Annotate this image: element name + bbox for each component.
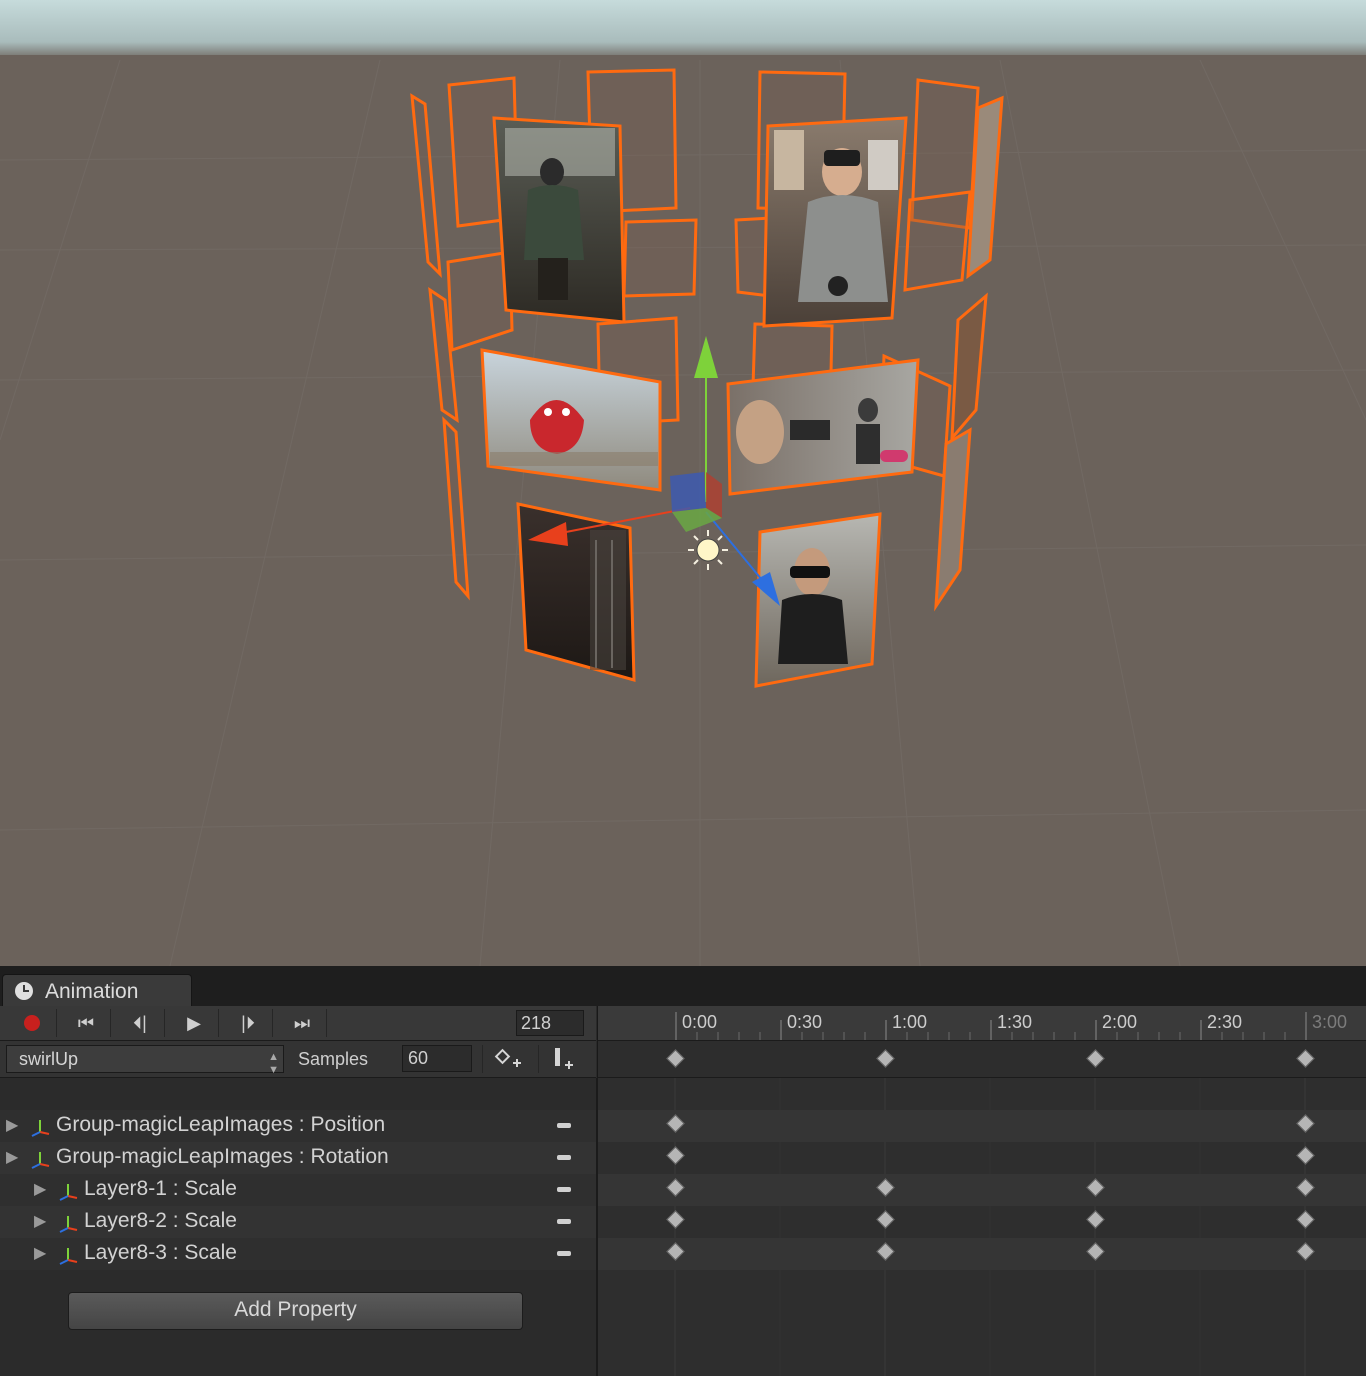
property-label: Layer8-3 : Scale [84,1241,237,1264]
photo-panel-people-at-trade-show[interactable] [726,358,920,496]
add-event-button[interactable] [538,1045,589,1073]
keyframe-diamond[interactable] [1086,1049,1105,1068]
time-label-6: 3:00 [1312,1012,1348,1032]
samples-label: Samples [298,1049,369,1069]
property-label: Group-magicLeapImages : Rotation [56,1145,389,1168]
first-key-button[interactable]: ⏮ [62,1009,111,1037]
first-key-icon: ⏮ [77,1013,95,1033]
keyframe-diamond[interactable] [876,1049,895,1068]
property-list: ▶ Group-magicLeapImages : Position ▶ Gro… [0,1078,598,1376]
tab-animation[interactable]: Animation [2,974,192,1006]
sun-icon[interactable] [688,530,728,570]
property-row[interactable]: ▶ Group-magicLeapImages : Position [0,1110,596,1142]
keyframe-diamond[interactable] [1296,1146,1315,1165]
keyframe-diamond[interactable] [666,1049,685,1068]
time-label-4: 2:00 [1102,1012,1138,1032]
property-label: Group-magicLeapImages : Position [56,1113,386,1136]
transform-axis-icon [59,1248,78,1265]
clip-toolbar: swirlUp ▲ ▼ Samples 60 [0,1041,596,1078]
keyframe-diamond[interactable] [1296,1210,1315,1229]
property-row[interactable]: ▶ Group-magicLeapImages : Rotation [0,1142,596,1174]
frame-field[interactable]: 218 [516,1010,584,1036]
property-row[interactable]: ▶ Layer8-1 : Scale [0,1174,596,1206]
keyframe-track[interactable] [598,1238,1366,1270]
keyframe-diamond[interactable] [1296,1049,1315,1068]
remove-property-button[interactable] [557,1123,571,1128]
keyframe-diamond[interactable] [1296,1242,1315,1261]
keyframe-track[interactable] [598,1110,1366,1142]
prev-key-button[interactable]: ⏴| [116,1009,165,1037]
record-icon [24,1015,40,1031]
transform-axis-icon [31,1152,50,1169]
property-label: Layer8-1 : Scale [84,1177,237,1200]
fold-arrow-icon[interactable]: ▶ [34,1211,46,1231]
add-keyframe-icon [494,1048,521,1067]
fold-arrow-icon[interactable]: ▶ [6,1147,18,1167]
keyframe-diamond[interactable] [876,1178,895,1197]
keyframe-diamond[interactable] [666,1178,685,1197]
keyframe-diamond[interactable] [1296,1114,1315,1133]
remove-property-button[interactable] [557,1187,571,1192]
add-keyframe-button[interactable] [482,1045,533,1073]
keyframe-track[interactable] [598,1174,1366,1206]
keyframe-diamond[interactable] [666,1146,685,1165]
keyframe-diamond[interactable] [1086,1178,1105,1197]
samples-field[interactable]: 60 [402,1045,472,1072]
fold-arrow-icon[interactable]: ▶ [6,1115,18,1135]
dopesheet[interactable] [598,1078,1366,1376]
summary-track[interactable] [597,1041,1366,1078]
remove-property-button[interactable] [557,1219,571,1224]
animation-window: Animation ⏮ ⏴| ▶ |⏵ ⏭ 218 0:00 0:30 1:00… [0,966,1366,1376]
transform-axis-icon [59,1216,78,1233]
time-ruler[interactable]: 0:00 0:30 1:00 1:30 2:00 2:30 3:00 [597,1006,1366,1041]
next-key-button[interactable]: |⏵ [224,1009,273,1037]
time-label-0: 0:00 [682,1012,718,1032]
keyframe-track[interactable] [598,1206,1366,1238]
time-label-3: 1:30 [997,1012,1033,1032]
last-key-button[interactable]: ⏭ [278,1009,327,1037]
photo-panel-person-with-glasses-holding-controller[interactable] [762,116,908,328]
property-row[interactable]: ▶ Layer8-3 : Scale [0,1238,596,1270]
keyframe-diamond[interactable] [876,1210,895,1229]
next-key-icon: |⏵ [241,1013,255,1033]
keyframe-diamond[interactable] [1086,1210,1105,1229]
sky [0,0,1366,60]
keyframe-diamond[interactable] [1296,1178,1315,1197]
property-row[interactable]: ▶ Layer8-2 : Scale [0,1206,596,1238]
fold-arrow-icon[interactable]: ▶ [34,1243,46,1263]
photo-panel-person-with-headset[interactable] [492,116,626,324]
play-icon: ▶ [187,1013,201,1033]
play-button[interactable]: ▶ [170,1009,219,1037]
prev-key-icon: ⏴| [133,1013,147,1033]
property-label: Layer8-2 : Scale [84,1209,237,1232]
transform-axis-icon [31,1120,50,1137]
add-event-icon [555,1048,573,1069]
select-arrows-icon: ▲ ▼ [268,1051,279,1076]
transform-axis-icon [59,1184,78,1201]
fold-arrow-icon[interactable]: ▶ [34,1179,46,1199]
tab-label: Animation [45,980,139,1003]
time-label-2: 1:00 [892,1012,928,1032]
playback-toolbar: ⏮ ⏴| ▶ |⏵ ⏭ 218 [0,1006,596,1041]
plane-handle-xy[interactable] [670,472,706,512]
time-label-1: 0:30 [787,1012,823,1032]
clip-select[interactable]: swirlUp ▲ ▼ [6,1045,284,1076]
remove-property-button[interactable] [557,1155,571,1160]
keyframe-diamond[interactable] [876,1242,895,1261]
last-key-icon: ⏭ [293,1013,311,1033]
keyframe-diamond[interactable] [666,1114,685,1133]
scene-canvas[interactable] [0,0,1366,966]
record-button[interactable] [8,1009,57,1037]
keyframe-diamond[interactable] [666,1242,685,1261]
keyframe-track[interactable] [598,1142,1366,1174]
keyframe-diamond[interactable] [666,1210,685,1229]
clock-icon [15,982,33,1000]
time-label-5: 2:30 [1207,1012,1243,1032]
scene-view[interactable] [0,0,1366,966]
tab-strip: Animation [0,966,1366,1006]
add-property-button[interactable]: Add Property [68,1292,523,1330]
remove-property-button[interactable] [557,1251,571,1256]
clip-name: swirlUp [19,1049,79,1069]
keyframe-diamond[interactable] [1086,1242,1105,1261]
